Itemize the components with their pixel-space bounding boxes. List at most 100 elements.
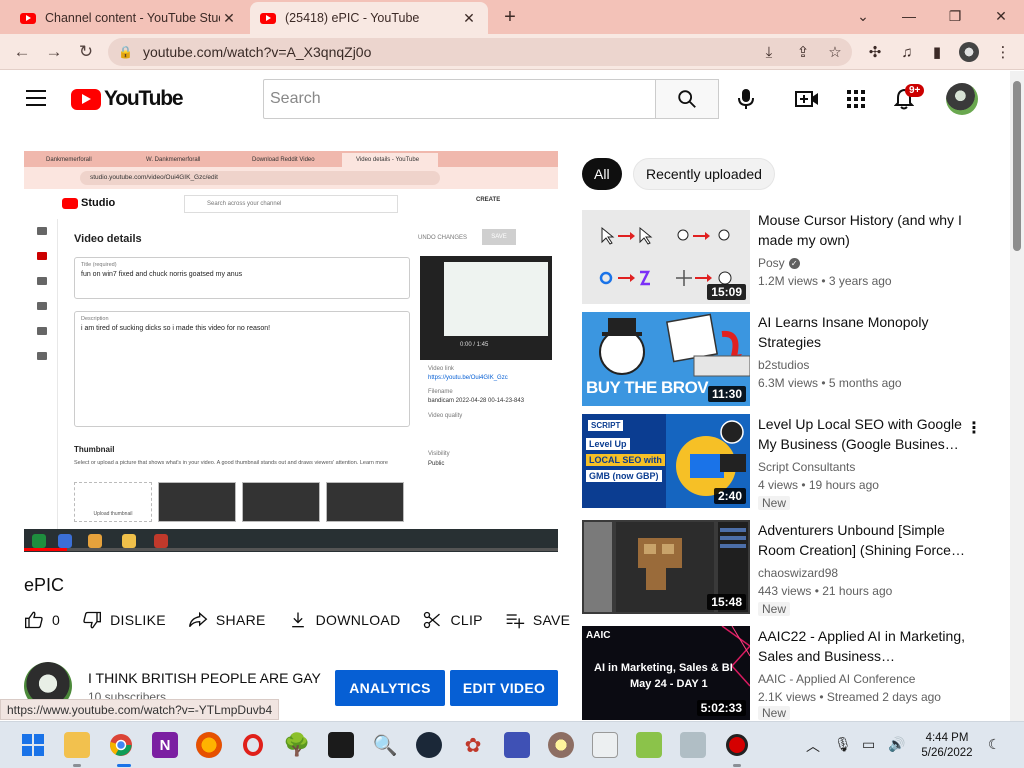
bookmark-star-icon[interactable]: ☆ [822, 39, 848, 65]
game-app-icon[interactable] [548, 732, 574, 758]
tree-app-icon[interactable]: 🌳 [283, 732, 310, 758]
volume-tray-icon[interactable]: 🔊 [888, 736, 905, 753]
green-grid-app-icon[interactable] [328, 732, 354, 758]
studio-thumbnail-options: Upload thumbnail [74, 482, 404, 522]
video-thumbnail[interactable]: AAIC AI in Marketing, Sales & BI May 24 … [582, 626, 750, 720]
channel-name[interactable]: chaoswizard98 [758, 566, 838, 580]
close-icon[interactable]: ✕ [220, 10, 238, 27]
video-thumbnail[interactable]: 15:48 [582, 520, 750, 614]
embedded-tab: Dankmemerforall [46, 157, 92, 163]
channel-name[interactable]: Script Consultants [758, 460, 855, 474]
recommended-video[interactable]: SCRIPT Level Up LOCAL SEO with GMB (now … [582, 414, 1002, 510]
embedded-tab: W. Dankmemerforall [146, 157, 201, 163]
channel-name[interactable]: I THINK BRITISH PEOPLE ARE GAY [88, 670, 321, 686]
search-button[interactable] [655, 79, 719, 119]
more-actions-icon[interactable]: ⋮ [966, 418, 982, 438]
video-thumbnail[interactable]: SCRIPT Level Up LOCAL SEO with GMB (now … [582, 414, 750, 508]
recommended-video[interactable]: 15:48 Adventurers Unbound [Simple Room C… [582, 520, 1002, 616]
video-progress-bar[interactable] [24, 548, 558, 551]
recommended-video[interactable]: 15:09 Mouse Cursor History (and why I ma… [582, 210, 1002, 304]
channel-name[interactable]: Posy [758, 256, 785, 270]
channel-line[interactable]: Posy ✓ [758, 256, 800, 270]
recording-app-icon[interactable] [724, 732, 750, 758]
side-panel-icon[interactable]: ▮ [924, 39, 950, 65]
notepad-app-icon[interactable] [636, 732, 662, 758]
opera-icon[interactable] [240, 732, 266, 758]
create-video-icon[interactable] [792, 84, 822, 114]
install-app-icon[interactable]: ⤓ [756, 39, 782, 65]
chip-all[interactable]: All [582, 158, 622, 190]
tab-epic-youtube[interactable]: (25418) ePIC - YouTube ✕ [250, 2, 488, 34]
close-icon[interactable]: ✕ [460, 10, 478, 27]
studio-search: Search across your channel [184, 195, 398, 213]
address-bar[interactable]: 🔒 youtube.com/watch?v=A_X3qnqZj0o [108, 38, 852, 66]
dislike-button[interactable]: DISLIKE [82, 610, 166, 630]
video-thumbnail[interactable]: 15:09 [582, 210, 750, 304]
infra-app-icon[interactable] [592, 732, 618, 758]
chip-recently-uploaded[interactable]: Recently uploaded [633, 158, 775, 190]
video-title-link[interactable]: AAIC22 - Applied AI in Marketing, Sales … [758, 626, 970, 666]
account-avatar[interactable] [946, 83, 978, 115]
studio-quality-label: Video quality [428, 413, 463, 419]
video-title-link[interactable]: AI Learns Insane Monopoly Strategies [758, 312, 970, 352]
scrollbar-thumb[interactable] [1013, 81, 1021, 251]
network-tray-icon[interactable]: ▭ [862, 736, 875, 753]
channel-name[interactable]: AAIC - Applied AI Conference [758, 672, 915, 686]
back-button[interactable]: ← [8, 38, 36, 66]
file-explorer-icon[interactable] [64, 732, 90, 758]
onenote-icon[interactable]: N [152, 732, 178, 758]
channel-name[interactable]: b2studios [758, 358, 809, 372]
tab-search-chevron-icon[interactable]: ⌄ [840, 0, 886, 32]
windows-start-icon[interactable] [20, 732, 46, 758]
embedded-url: studio.youtube.com/video/Oui4GIK_Gzc/edi… [80, 171, 440, 185]
youtube-logo[interactable]: YouTube [71, 87, 184, 111]
chrome-icon[interactable] [108, 732, 134, 758]
close-window-button[interactable]: ✕ [978, 0, 1024, 32]
system-clock[interactable]: 4:44 PM 5/26/2022 [916, 731, 978, 761]
firefox-icon[interactable] [196, 732, 222, 758]
magnifier-app-icon[interactable]: 🔍 [372, 732, 398, 758]
profile-avatar-icon[interactable] [956, 39, 982, 65]
download-button[interactable]: DOWNLOAD [288, 610, 401, 630]
tab-channel-content[interactable]: Channel content - YouTube Stud ✕ [10, 2, 248, 34]
video-player[interactable]: Dankmemerforall W. Dankmemerforall Downl… [24, 151, 558, 552]
recommended-video[interactable]: BUY THE BROV 11:30 AI Learns Insane Mono… [582, 312, 1002, 406]
forward-button[interactable]: → [40, 38, 68, 66]
lock-icon[interactable]: 🔒 [118, 45, 133, 59]
microphone-icon[interactable] [731, 84, 761, 114]
like-button[interactable]: 0 [24, 610, 60, 630]
browser-menu-icon[interactable]: ⋮ [990, 39, 1016, 65]
apps-grid-icon[interactable] [841, 84, 871, 114]
clip-button[interactable]: CLIP [422, 610, 483, 630]
video-title-link[interactable]: Mouse Cursor History (and why I made my … [758, 210, 970, 250]
network-app-icon[interactable] [504, 732, 530, 758]
chevron-up-icon[interactable]: ︿ [806, 736, 820, 756]
bug-app-icon[interactable]: ✿ [460, 732, 486, 758]
restore-button[interactable]: ❐ [932, 0, 978, 32]
thumbnail-line: AI in Marketing, Sales & BI [594, 662, 733, 674]
save-to-playlist-button[interactable]: SAVE [505, 610, 571, 630]
steam-icon[interactable] [416, 732, 442, 758]
tab-title: Channel content - YouTube Stud [45, 11, 220, 25]
youtube-favicon-icon [20, 12, 36, 24]
analytics-button[interactable]: ANALYTICS [335, 670, 445, 706]
share-button[interactable]: SHARE [188, 610, 266, 630]
new-tab-button[interactable]: + [498, 4, 522, 30]
reload-button[interactable]: ↻ [72, 38, 100, 66]
video-title-link[interactable]: Adventurers Unbound [Simple Room Creatio… [758, 520, 970, 560]
edit-video-button[interactable]: EDIT VIDEO [450, 670, 558, 706]
focus-assist-moon-icon[interactable]: ☾ [988, 736, 1001, 753]
minimize-button[interactable]: — [886, 0, 932, 32]
share-page-icon[interactable]: ⇪ [790, 39, 816, 65]
media-queue-icon[interactable]: ♫ [894, 39, 920, 65]
page-scrollbar[interactable] [1010, 71, 1024, 721]
search-input[interactable]: Search [263, 79, 656, 119]
microphone-tray-icon[interactable]: 🎙 [834, 736, 852, 753]
screenshot-app-icon[interactable] [680, 732, 706, 758]
studio-description-label: Description [81, 316, 109, 322]
menu-icon[interactable] [26, 90, 46, 106]
extensions-puzzle-icon[interactable]: ✣ [862, 39, 888, 65]
recommended-video[interactable]: AAIC AI in Marketing, Sales & BI May 24 … [582, 626, 1002, 720]
video-thumbnail[interactable]: BUY THE BROV 11:30 [582, 312, 750, 406]
video-title-link[interactable]: Level Up Local SEO with Google My Busine… [758, 414, 970, 454]
